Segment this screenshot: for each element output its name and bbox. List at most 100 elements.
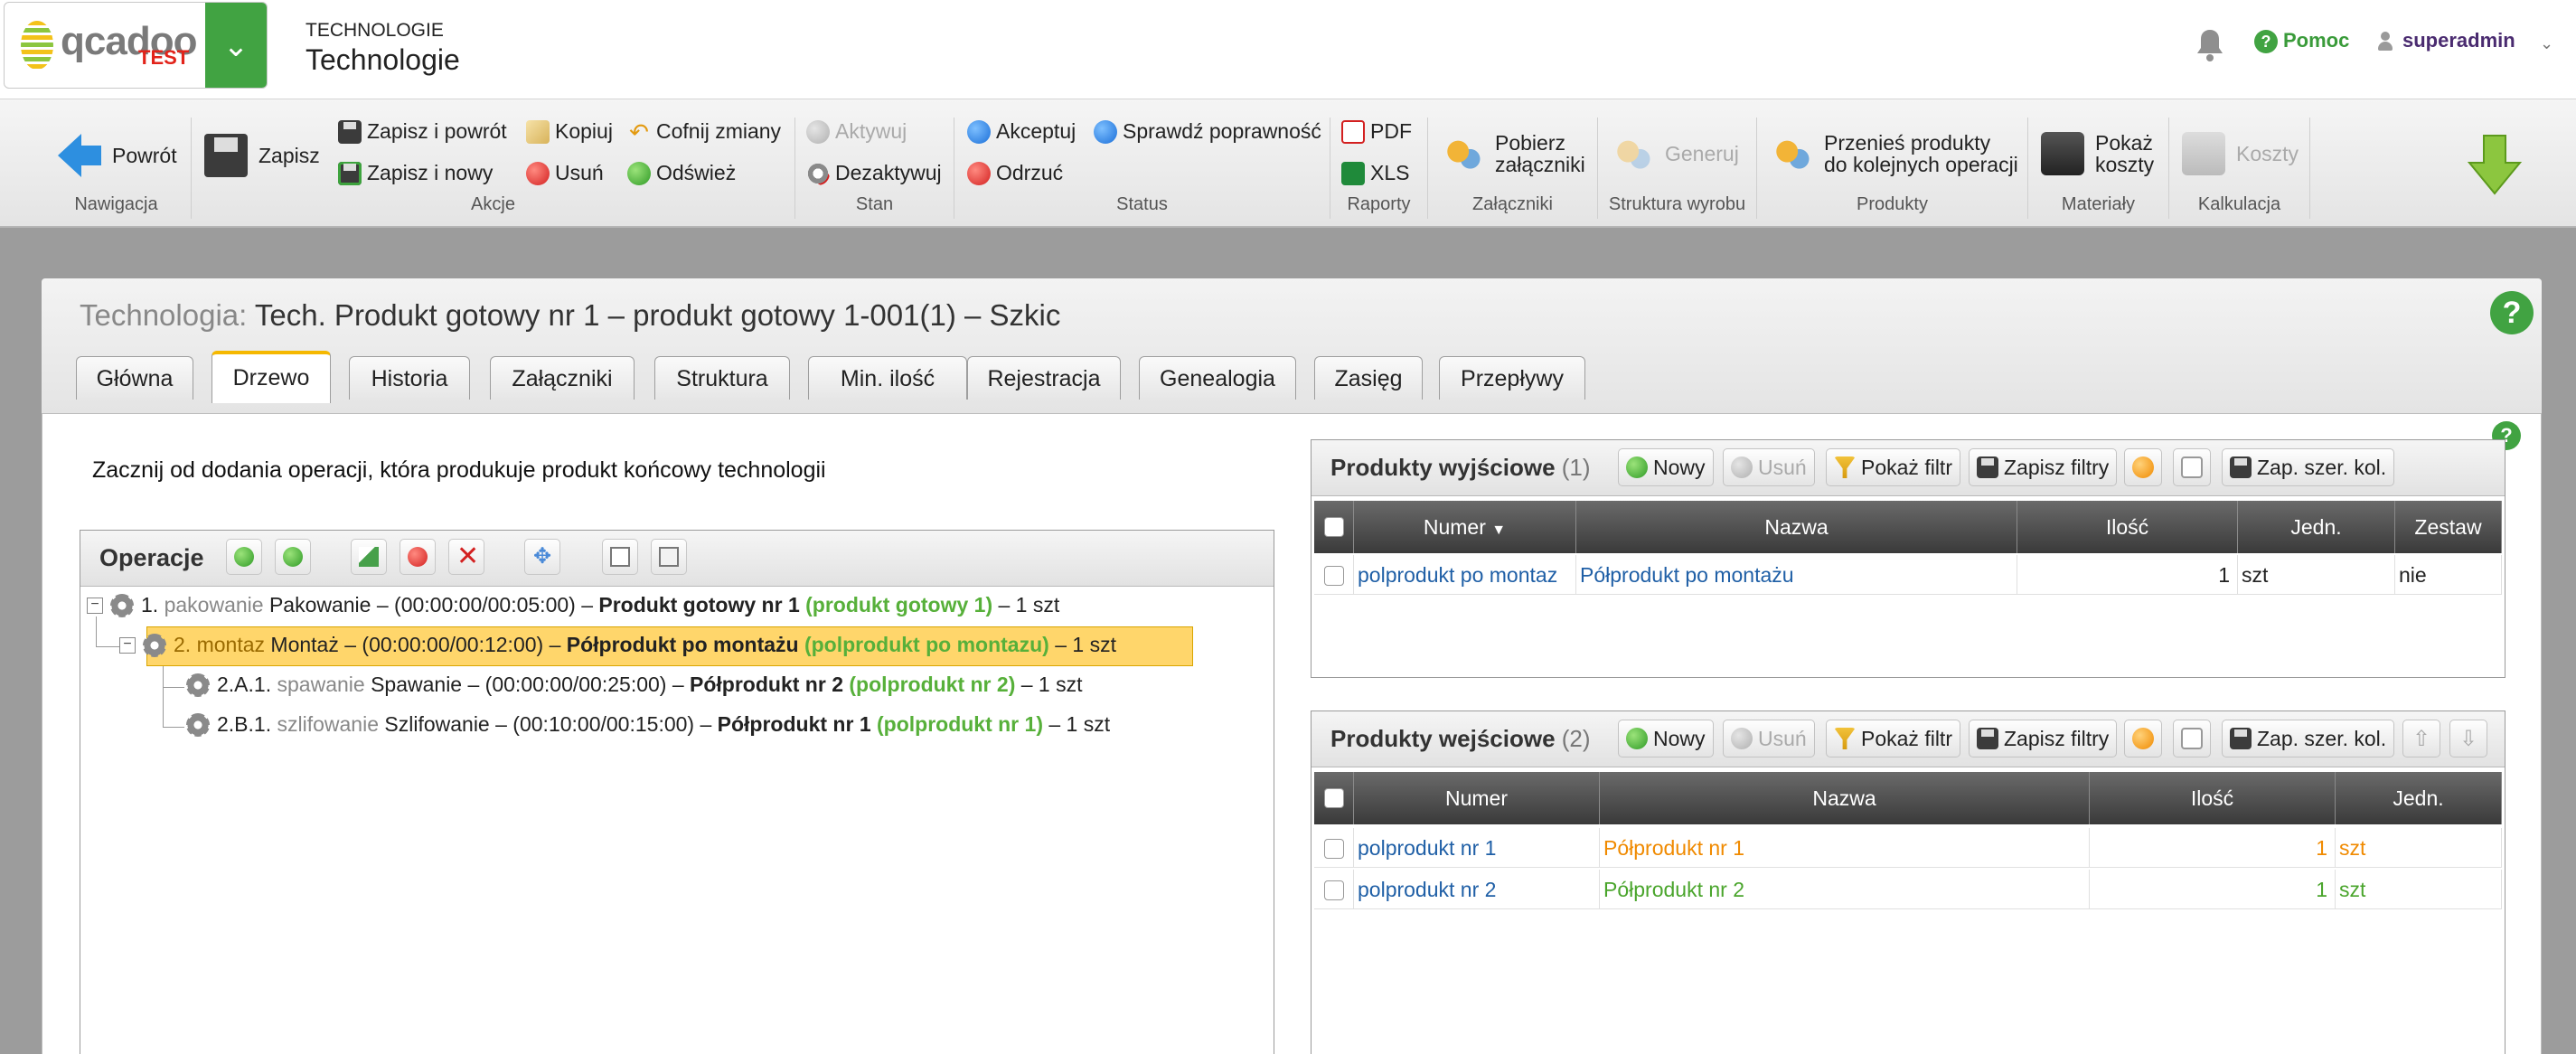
group-label-produkty: Produkty bbox=[1857, 194, 1928, 214]
input-delete-button[interactable]: Usuń bbox=[1723, 720, 1815, 758]
delete-button[interactable]: Usuń bbox=[526, 161, 604, 185]
tree-node[interactable]: 2.A.1. spawanie Spawanie – (00:00:00/00:… bbox=[186, 673, 1083, 697]
download-attachments-button[interactable]: Pobierz załączniki bbox=[1441, 132, 1585, 175]
tab-glowna[interactable]: Główna bbox=[76, 356, 193, 400]
menu-toggle-button[interactable]: ⌄ bbox=[205, 3, 267, 88]
select-all-checkbox[interactable] bbox=[1324, 517, 1344, 537]
output-clear-filter-button[interactable] bbox=[2124, 448, 2162, 486]
show-filter-label: Pokaż filtr bbox=[1861, 726, 1952, 750]
output-save-filters-button[interactable]: Zapisz filtry bbox=[1969, 448, 2118, 486]
tab-zalaczniki[interactable]: Załączniki bbox=[490, 356, 635, 400]
select-all-checkbox[interactable] bbox=[1324, 788, 1344, 808]
xls-button[interactable]: XLS bbox=[1341, 161, 1409, 185]
ribbon-collapse-arrow-icon[interactable] bbox=[2466, 134, 2524, 197]
column-nazwa[interactable]: Nazwa bbox=[1576, 501, 2017, 553]
save-and-back-button[interactable]: Zapisz i powrót bbox=[338, 119, 507, 144]
close-x-icon: ✕ bbox=[456, 541, 480, 571]
reject-button[interactable]: Odrzuć bbox=[967, 161, 1063, 185]
add-reference-operation-button[interactable] bbox=[275, 539, 311, 575]
tab-historia[interactable]: Historia bbox=[349, 356, 470, 400]
input-clear-filter-button[interactable] bbox=[2124, 720, 2162, 758]
add-operation-button[interactable] bbox=[226, 539, 262, 575]
tab-genealogia[interactable]: Genealogia bbox=[1139, 356, 1296, 400]
column-numer[interactable]: Numer ▼ bbox=[1354, 501, 1576, 553]
column-zestaw[interactable]: Zestaw bbox=[2395, 501, 2502, 553]
tab-drzewo[interactable]: Drzewo bbox=[212, 351, 331, 403]
column-nazwa[interactable]: Nazwa bbox=[1600, 772, 2090, 824]
notifications-bell-icon[interactable] bbox=[2195, 27, 2225, 63]
edit-operation-button[interactable] bbox=[351, 539, 387, 575]
tab-min-ilosc[interactable]: Min. ilość bbox=[808, 356, 967, 400]
deactivate-icon bbox=[806, 161, 830, 185]
output-show-filter-button[interactable]: Pokaż filtr bbox=[1826, 448, 1960, 486]
refresh-button[interactable]: Odśwież bbox=[627, 161, 736, 185]
tab-przeplywy[interactable]: Przepływy bbox=[1439, 356, 1585, 400]
cell-numer[interactable]: polprodukt nr 2 bbox=[1354, 870, 1600, 909]
tree-node[interactable]: 2.B.1. szlifowanie Szlifowanie – (00:10:… bbox=[186, 712, 1110, 737]
column-numer[interactable]: Numer bbox=[1354, 772, 1600, 824]
paste-operation-button[interactable] bbox=[651, 539, 687, 575]
tab-zasieg[interactable]: Zasięg bbox=[1314, 356, 1423, 400]
input-show-filter-button[interactable]: Pokaż filtr bbox=[1826, 720, 1960, 758]
cell-nazwa[interactable]: Półprodukt po montażu bbox=[1576, 555, 2017, 595]
cell-numer[interactable]: polprodukt po montaz bbox=[1354, 555, 1576, 595]
remove-operation-button[interactable]: ✕ bbox=[448, 539, 484, 575]
user-menu-chevron-icon[interactable]: ⌄ bbox=[2540, 34, 2553, 53]
move-products-button[interactable]: Przenieś produkty do kolejnych operacji bbox=[1770, 132, 2018, 175]
output-save-column-width-button[interactable]: Zap. szer. kol. bbox=[2222, 448, 2395, 486]
input-save-column-width-button[interactable]: Zap. szer. kol. bbox=[2222, 720, 2395, 758]
row-checkbox[interactable] bbox=[1324, 566, 1344, 586]
node-product: Półprodukt nr 2 bbox=[690, 673, 843, 696]
tree-node-selected[interactable]: − 2. montaz Montaż – (00:00:00/00:12:00)… bbox=[119, 633, 1116, 657]
copy-operation-button[interactable] bbox=[602, 539, 638, 575]
delete-operation-button[interactable] bbox=[400, 539, 436, 575]
user-menu[interactable]: superadmin bbox=[2377, 29, 2515, 52]
input-save-filters-button[interactable]: Zapisz filtry bbox=[1969, 720, 2118, 758]
check-correctness-button[interactable]: Sprawdź poprawność bbox=[1094, 119, 1321, 144]
column-ilosc[interactable]: Ilość bbox=[2017, 501, 2238, 553]
input-new-button[interactable]: Nowy bbox=[1618, 720, 1714, 758]
node-times: – (00:00:00/00:05:00) – bbox=[376, 593, 593, 616]
move-down-button[interactable]: ⇩ bbox=[2449, 720, 2487, 758]
activate-button[interactable]: Aktywuj bbox=[806, 119, 907, 144]
generate-button[interactable]: Generuj bbox=[1611, 132, 1739, 175]
output-columns-button[interactable] bbox=[2173, 448, 2211, 486]
input-columns-button[interactable] bbox=[2173, 720, 2211, 758]
row-checkbox[interactable] bbox=[1324, 839, 1344, 859]
help-icon[interactable]: ? bbox=[2490, 291, 2534, 334]
pdf-button[interactable]: PDF bbox=[1341, 119, 1412, 144]
tree-node[interactable]: − 1. pakowanie Pakowanie – (00:00:00/00:… bbox=[87, 593, 1059, 617]
column-jedn[interactable]: Jedn. bbox=[2238, 501, 2395, 553]
column-ilosc[interactable]: Ilość bbox=[2090, 772, 2336, 824]
show-costs-button[interactable]: Pokaż koszty bbox=[2041, 132, 2154, 175]
undo-changes-button[interactable]: ↶ Cofnij zmiany bbox=[627, 119, 781, 144]
back-button[interactable]: Powrót bbox=[58, 134, 177, 177]
output-new-button[interactable]: Nowy bbox=[1618, 448, 1714, 486]
node-qty: – 1 szt bbox=[998, 593, 1060, 616]
move-up-button[interactable]: ⇧ bbox=[2402, 720, 2440, 758]
cell-numer[interactable]: polprodukt nr 1 bbox=[1354, 828, 1600, 868]
tab-struktura[interactable]: Struktura bbox=[654, 356, 790, 400]
cell-nazwa[interactable]: Półprodukt nr 2 bbox=[1600, 870, 2090, 909]
delete-label: Usuń bbox=[555, 161, 604, 184]
save-and-new-button[interactable]: Zapisz i nowy bbox=[338, 161, 493, 185]
copy-button[interactable]: Kopiuj bbox=[526, 119, 613, 144]
add-icon bbox=[1626, 728, 1648, 749]
save-button[interactable]: Zapisz bbox=[204, 134, 320, 177]
costs-button[interactable]: Koszty bbox=[2182, 132, 2299, 175]
pdf-icon bbox=[1341, 119, 1365, 144]
collapse-icon[interactable]: − bbox=[87, 597, 103, 614]
collapse-icon[interactable]: − bbox=[119, 636, 136, 654]
column-jedn[interactable]: Jedn. bbox=[2336, 772, 2502, 824]
row-checkbox[interactable] bbox=[1324, 880, 1344, 900]
cell-nazwa[interactable]: Półprodukt nr 1 bbox=[1600, 828, 2090, 868]
tab-rejestracja[interactable]: Rejestracja bbox=[967, 356, 1121, 400]
save-column-width-label: Zap. szer. kol. bbox=[2257, 455, 2387, 479]
help-link[interactable]: ? Pomoc bbox=[2254, 29, 2349, 54]
deactivate-button[interactable]: Dezaktywuj bbox=[806, 161, 942, 185]
accept-button[interactable]: Akceptuj bbox=[967, 119, 1076, 144]
output-delete-button[interactable]: Usuń bbox=[1723, 448, 1815, 486]
move-operation-button[interactable]: ✥ bbox=[524, 539, 560, 575]
app-logo[interactable]: qcadoo TEST ⌄ bbox=[4, 2, 268, 89]
columns-icon bbox=[2181, 456, 2203, 478]
